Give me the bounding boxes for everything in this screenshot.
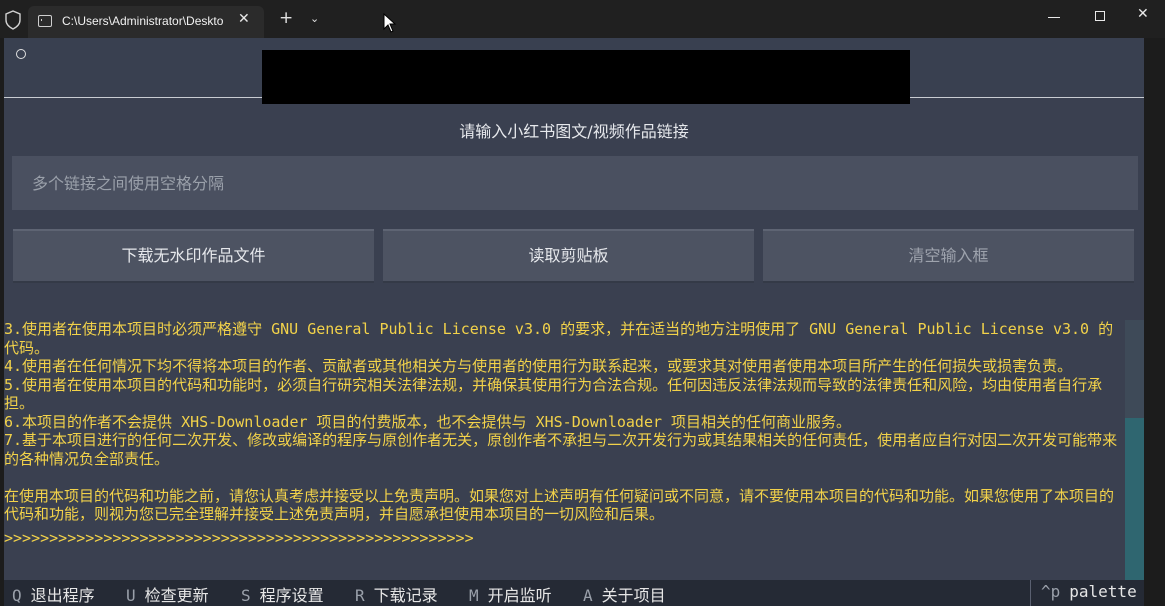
tab-dropdown-button[interactable]: ⌄ [310, 12, 319, 25]
log-line: 7.基于本项目进行的任何二次开发、修改或编译的程序与原创作者无关，原创作者不承担… [4, 431, 1118, 468]
circle-icon [16, 49, 26, 59]
maximize-button[interactable] [1095, 11, 1105, 21]
redacted-title-block [262, 50, 910, 104]
footer-key-about[interactable]: A 关于项目 [583, 582, 666, 606]
log-line: 5.使用者在使用本项目的代码和功能时，必须自行研究相关法律法规，并确保其使用行为… [4, 375, 1103, 413]
footer-key-update[interactable]: U 检查更新 [126, 582, 209, 606]
xhs-downloader-app: 请输入小红书图文/视频作品链接 下载无水印作品文件 读取剪贴板 清空输入框 3.… [4, 38, 1144, 606]
log-scrollbar[interactable] [1125, 320, 1144, 580]
footer-key-monitor[interactable]: M 开启监听 [469, 582, 552, 606]
log-line: 在使用本项目的代码和功能之前，请您认真考虑并接受以上免责声明。如果您对上述声明有… [4, 486, 1115, 524]
footer-key-quit[interactable]: Q 退出程序 [12, 582, 95, 606]
log-spacer [4, 468, 1126, 487]
shield-icon [5, 10, 21, 30]
tab-close-button[interactable]: ✕ [238, 11, 250, 27]
footer-key-settings[interactable]: S 程序设置 [241, 582, 324, 606]
download-button[interactable]: 下载无水印作品文件 [13, 229, 374, 283]
link-input[interactable] [12, 156, 1138, 210]
new-tab-button[interactable]: + [279, 8, 293, 28]
read-clipboard-button[interactable]: 读取剪贴板 [383, 229, 754, 283]
key-bindings-footer: Q 退出程序 U 检查更新 S 程序设置 R 下载记录 M 开启监听 A 关于项目 ^p pa… [4, 580, 1144, 606]
clear-input-button[interactable]: 清空输入框 [763, 229, 1134, 283]
log-line: 4.使用者在任何情况下均不得将本项目的作者、贡献者或其他相关方与使用者的使用行为… [4, 357, 1073, 375]
log-line: 3.使用者在使用本项目时必须严格遵守 GNU General Public Li… [4, 320, 1114, 357]
terminal-titlebar: C:\Users\Administrator\Deskto ✕ + ⌄ ✕ [0, 0, 1165, 38]
footer-key-records[interactable]: R 下载记录 [355, 582, 438, 606]
command-palette-key[interactable]: ^p palette [1030, 580, 1137, 606]
close-window-button[interactable]: ✕ [1137, 6, 1149, 22]
scrollbar-thumb[interactable] [1125, 418, 1144, 580]
mouse-cursor-icon [383, 13, 397, 33]
log-separator: >>>>>>>>>>>>>>>>>>>>>>>>>>>>>>>>>>>>>>>>… [4, 528, 474, 547]
log-line: 6.本项目的作者不会提供 XHS-Downloader 项目的付费版本，也不会提… [4, 412, 852, 431]
minimize-button[interactable] [1048, 17, 1060, 18]
tab-title: C:\Users\Administrator\Deskto [62, 14, 224, 28]
log-output: 3.使用者在使用本项目时必须严格遵守 GNU General Public Li… [4, 320, 1126, 580]
terminal-tab[interactable]: C:\Users\Administrator\Deskto ✕ [28, 6, 264, 38]
terminal-icon [38, 15, 52, 27]
link-prompt-label: 请输入小红书图文/视频作品链接 [459, 122, 689, 141]
